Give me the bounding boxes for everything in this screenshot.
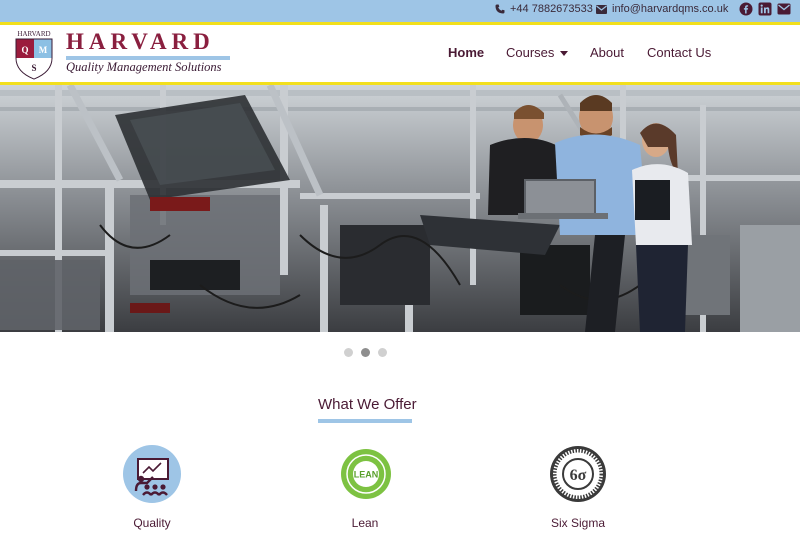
six-sigma-seal-icon[interactable]: 6σ [549, 445, 607, 503]
offer-card-label-six-sigma[interactable]: Six Sigma [518, 516, 638, 530]
six-sigma-symbol: 6σ [570, 467, 587, 484]
crest-letter-q: Q [21, 45, 28, 55]
site-header: HARVARD Q M S HARVARD Quality Management… [0, 25, 800, 82]
carousel-dot-1[interactable] [344, 348, 353, 357]
caret-down-icon [560, 51, 569, 57]
top-contact-bar: +44 7882673533 info@harvardqms.co.uk [0, 0, 800, 22]
email-address: info@harvardqms.co.uk [612, 3, 729, 15]
carousel-dot-2-active[interactable] [361, 348, 370, 357]
phone-icon [495, 4, 505, 14]
offer-card-label-lean[interactable]: Lean [305, 516, 425, 530]
section-title-underline [318, 419, 412, 423]
carousel-indicators [344, 348, 387, 357]
harvard-crest-logo[interactable]: HARVARD Q M S [13, 28, 55, 80]
nav-home[interactable]: Home [448, 45, 484, 60]
facebook-icon[interactable] [739, 2, 753, 16]
crest-letter-m: M [39, 45, 48, 55]
nav-contact-us[interactable]: Contact Us [647, 45, 711, 60]
envelope-icon [596, 4, 607, 14]
envelope-square-icon[interactable] [777, 2, 791, 16]
brand-name[interactable]: HARVARD [66, 29, 215, 55]
lean-badge-icon[interactable]: LEAN [337, 445, 395, 503]
nav-about[interactable]: About [590, 45, 624, 60]
phone-number: +44 7882673533 [510, 3, 593, 15]
nav-courses-label: Courses [506, 45, 555, 60]
nav-courses[interactable]: Courses [506, 45, 569, 60]
hero-slide-image [0, 85, 800, 332]
linkedin-icon[interactable] [758, 2, 772, 16]
email-link[interactable]: info@harvardqms.co.uk [596, 3, 728, 15]
section-title: What We Offer [318, 396, 417, 413]
brand-tagline: Quality Management Solutions [66, 60, 222, 74]
crest-text: HARVARD [17, 30, 50, 38]
carousel-dot-3[interactable] [378, 348, 387, 357]
offer-card-label-quality[interactable]: Quality [92, 516, 212, 530]
crest-letter-s: S [31, 63, 36, 73]
lean-badge-text: LEAN [354, 470, 379, 480]
presentation-icon[interactable] [123, 445, 181, 503]
phone-link[interactable]: +44 7882673533 [495, 3, 593, 15]
